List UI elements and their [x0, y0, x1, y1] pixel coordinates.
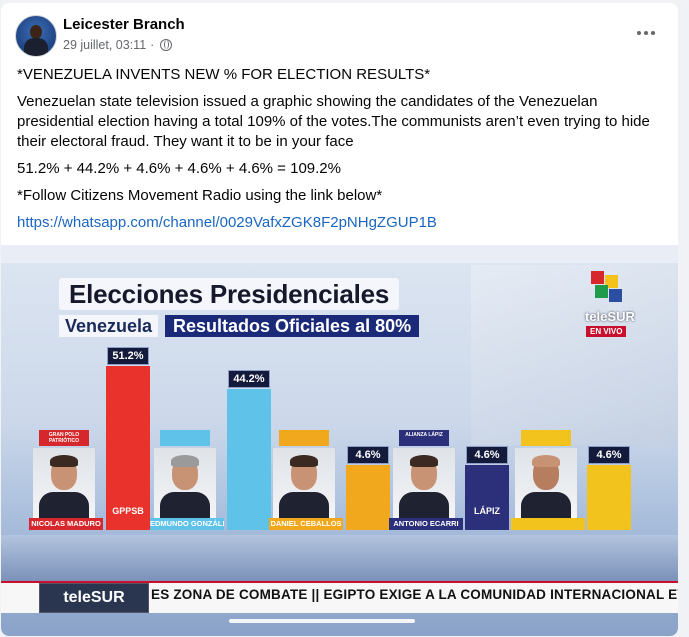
more-options-button[interactable]	[631, 21, 661, 45]
post-author[interactable]: Leicester Branch	[63, 16, 185, 33]
avatar-body-shape	[24, 38, 48, 56]
bar-party-logo: LÁPIZ	[474, 506, 500, 516]
page-scrollbar[interactable]	[681, 0, 689, 637]
candidate-hair-shape	[532, 455, 560, 467]
chart-bar	[346, 465, 390, 530]
candidate-hair-shape	[50, 455, 78, 467]
ticker-text: ES ZONA DE COMBATE || EGIPTO EXIGE A LA …	[151, 587, 678, 602]
candidate-hair-shape	[410, 455, 438, 467]
post-headline: *VENEZUELA INVENTS NEW % FOR ELECTION RE…	[17, 66, 431, 83]
post-image[interactable]: Elecciones Presidenciales Venezuela Resu…	[1, 245, 678, 636]
studio-background	[471, 265, 678, 445]
post-body: Venezuelan state television issued a gra…	[17, 93, 650, 150]
bar-value-label: 4.6%	[466, 446, 508, 464]
avatar[interactable]	[15, 15, 57, 57]
meta-separator: ·	[150, 38, 155, 52]
chart-bar	[587, 465, 631, 530]
bar-value-label: 4.6%	[588, 446, 630, 464]
bar-party-logo: GPPSB	[112, 506, 144, 516]
candidate-photo	[393, 448, 455, 518]
avatar-head-shape	[30, 25, 42, 39]
logo-square	[595, 285, 608, 298]
globe-icon[interactable]	[160, 39, 173, 51]
post-timestamp[interactable]: 29 juillet, 03:11	[63, 38, 146, 52]
video-progress-bar[interactable]	[229, 619, 415, 623]
candidate-photo	[273, 448, 335, 518]
candidate-suit-shape	[160, 492, 210, 518]
candidate-hair-shape	[171, 455, 199, 467]
broadcaster-name: teleSUR	[585, 309, 635, 324]
graphic-title: Elecciones Presidenciales	[59, 278, 400, 310]
post-follow-text: *Follow Citizens Movement Radio using th…	[17, 187, 383, 204]
chart-bar	[465, 465, 509, 530]
more-dot	[644, 31, 648, 35]
candidate-name-label: EDMUNDO GONZÁLEZ	[150, 518, 224, 530]
party-name: ALIANZA LÁPIZ	[405, 432, 443, 438]
facebook-post-card: Leicester Branch 29 juillet, 03:11 · *VE…	[1, 3, 678, 636]
logo-square	[591, 271, 604, 284]
party-name: GRAN POLO PATRIÓTICO	[48, 432, 80, 444]
candidate-name-label: NICOLAS MADURO	[29, 518, 103, 530]
post-equation: 51.2% + 44.2% + 4.6% + 4.6% + 4.6% = 109…	[17, 160, 341, 177]
candidate-photo	[515, 448, 577, 518]
candidate-name-label	[511, 518, 585, 530]
live-badge: EN VIVO	[586, 326, 627, 337]
candidate-suit-shape	[521, 492, 571, 518]
candidate-photo	[33, 448, 95, 518]
more-dot	[637, 31, 641, 35]
post-meta: 29 juillet, 03:11 ·	[63, 38, 173, 52]
candidate-name-label: DANIEL CEBALLOS	[269, 518, 343, 530]
graphic-results-label: Resultados Oficiales al 80%	[165, 315, 420, 337]
bar-value-label: 4.6%	[347, 446, 389, 464]
floor-reflection	[1, 535, 678, 581]
party-header	[521, 430, 571, 446]
party-header	[279, 430, 329, 446]
post-link[interactable]: https://whatsapp.com/channel/0029VafxZGK…	[17, 213, 657, 233]
candidate-suit-shape	[399, 492, 449, 518]
candidate-suit-shape	[39, 492, 89, 518]
party-header	[160, 430, 210, 446]
bar-value-label: 44.2%	[228, 369, 270, 388]
bar-value-label: 51.2%	[107, 347, 149, 366]
ticker-logo: teleSUR	[39, 583, 149, 613]
chart-bar	[227, 388, 271, 530]
candidate-suit-shape	[279, 492, 329, 518]
candidate-photo	[154, 448, 216, 518]
more-dot	[651, 31, 655, 35]
candidate-name-label: ANTONIO ECARRI	[389, 518, 463, 530]
studio-background	[1, 245, 678, 263]
candidate-hair-shape	[290, 455, 318, 467]
graphic-country: Venezuela	[59, 315, 159, 337]
logo-square	[609, 289, 622, 302]
